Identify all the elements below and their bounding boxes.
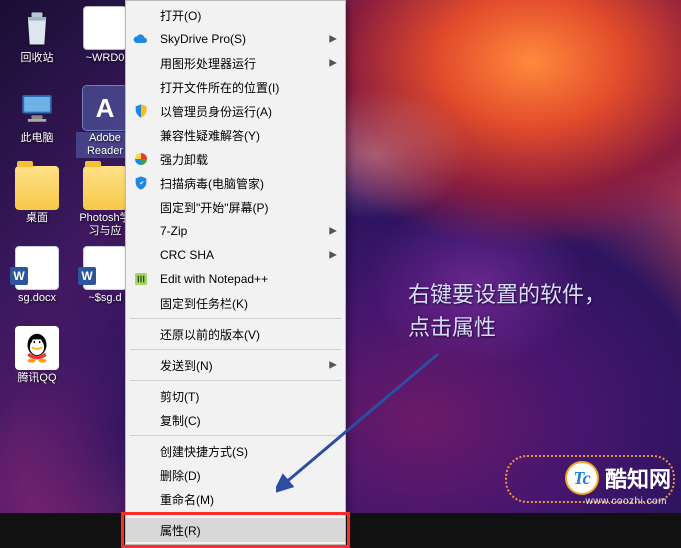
menu-item-label: 发送到(N): [160, 357, 213, 374]
menu-item-label: 重命名(M): [160, 491, 214, 508]
menu-item-label: Edit with Notepad++: [160, 272, 268, 286]
menu-item-label: 扫描病毒(电脑管家): [160, 175, 264, 192]
chevron-right-icon: ▶: [329, 34, 337, 45]
menu-item-19[interactable]: 复制(C): [126, 408, 345, 432]
annotation-line2: 点击属性: [408, 311, 606, 344]
menu-item-label: 固定到任务栏(K): [160, 295, 248, 312]
annotation-line1: 右键要设置的软件，: [408, 278, 606, 311]
menu-item-label: 以管理员身份运行(A): [160, 103, 272, 120]
menu-item-label: 打开(O): [160, 7, 201, 24]
shield-icon: [132, 102, 150, 120]
menu-item-7[interactable]: 扫描病毒(电脑管家): [126, 171, 345, 195]
folder-icon: [15, 166, 59, 210]
icon-label: 回收站: [8, 52, 66, 65]
annotation-text: 右键要设置的软件， 点击属性: [408, 278, 606, 344]
icon-label: sg.docx: [8, 292, 66, 305]
menu-item-label: 复制(C): [160, 412, 201, 429]
guard-icon: [132, 174, 150, 192]
chevron-right-icon: ▶: [329, 58, 337, 69]
watermark-logo-icon: Tc: [565, 461, 599, 495]
menu-item-11[interactable]: Edit with Notepad++: [126, 267, 345, 291]
this-pc-icon: [15, 86, 59, 130]
menu-item-16[interactable]: 发送到(N) ▶: [126, 353, 345, 377]
menu-item-label: 还原以前的版本(V): [160, 326, 260, 343]
menu-item-label: 创建快捷方式(S): [160, 443, 248, 460]
menu-item-1[interactable]: SkyDrive Pro(S) ▶: [126, 27, 345, 51]
folder-icon: [83, 166, 127, 210]
menu-item-label: 用图形处理器运行: [160, 55, 256, 72]
document-icon: [83, 6, 127, 50]
menu-separator: [130, 435, 341, 436]
menu-separator: [130, 380, 341, 381]
menu-item-label: 强力卸载: [160, 151, 208, 168]
menu-item-label: CRC SHA: [160, 248, 214, 262]
word-doc-icon: [15, 246, 59, 290]
menu-item-label: SkyDrive Pro(S): [160, 32, 246, 46]
menu-item-22[interactable]: 删除(D): [126, 463, 345, 487]
word-doc-icon: [83, 246, 127, 290]
menu-item-2[interactable]: 用图形处理器运行 ▶: [126, 51, 345, 75]
watermark-brand: 酷知网: [605, 462, 671, 494]
chevron-right-icon: ▶: [329, 250, 337, 261]
cloud-icon: [132, 30, 150, 48]
menu-item-21[interactable]: 创建快捷方式(S): [126, 439, 345, 463]
icon-label: 桌面: [8, 212, 66, 225]
menu-item-18[interactable]: 剪切(T): [126, 384, 345, 408]
menu-separator: [130, 349, 341, 350]
icon-desktop-folder[interactable]: 桌面: [8, 166, 66, 240]
icon-label: 腾讯QQ: [8, 372, 66, 385]
menu-item-3[interactable]: 打开文件所在的位置(I): [126, 75, 345, 99]
menu-item-14[interactable]: 还原以前的版本(V): [126, 322, 345, 346]
menu-separator: [130, 514, 341, 515]
colorwheel-icon: [132, 150, 150, 168]
icon-sg-docx[interactable]: sg.docx: [8, 246, 66, 320]
context-menu: 打开(O) SkyDrive Pro(S) ▶ 用图形处理器运行 ▶ 打开文件所在的位置(…: [125, 0, 346, 545]
menu-item-4[interactable]: 以管理员身份运行(A): [126, 99, 345, 123]
menu-separator: [130, 318, 341, 319]
menu-item-8[interactable]: 固定到"开始"屏幕(P): [126, 195, 345, 219]
icon-this-pc[interactable]: 此电脑: [8, 86, 66, 160]
menu-item-6[interactable]: 强力卸载: [126, 147, 345, 171]
icon-recycle-bin[interactable]: 回收站: [8, 6, 66, 80]
menu-item-label: 7-Zip: [160, 224, 187, 238]
chevron-right-icon: ▶: [329, 360, 337, 371]
icon-label: 此电脑: [8, 132, 66, 145]
menu-item-23[interactable]: 重命名(M): [126, 487, 345, 511]
menu-item-label: 删除(D): [160, 467, 201, 484]
menu-item-25[interactable]: 属性(R): [126, 518, 345, 542]
menu-item-label: 打开文件所在的位置(I): [160, 79, 279, 96]
recycle-bin-icon: [15, 6, 59, 50]
icon-qq[interactable]: 腾讯QQ: [8, 326, 66, 400]
menu-item-label: 兼容性疑难解答(Y): [160, 127, 260, 144]
watermark-url: www.coozhi.com: [586, 496, 667, 507]
menu-item-label: 属性(R): [160, 522, 201, 539]
desktop-icon-grid: 回收站 ~WRD0 此电脑 A Adobe Reader 桌面 Photosh学…: [8, 6, 134, 400]
npp-icon: [132, 270, 150, 288]
watermark: Tc 酷知网: [565, 461, 671, 495]
menu-item-10[interactable]: CRC SHA ▶: [126, 243, 345, 267]
qq-icon: [15, 326, 59, 370]
menu-item-label: 剪切(T): [160, 388, 199, 405]
chevron-right-icon: ▶: [329, 226, 337, 237]
menu-item-12[interactable]: 固定到任务栏(K): [126, 291, 345, 315]
adobe-reader-icon: A: [83, 86, 127, 130]
menu-item-9[interactable]: 7-Zip ▶: [126, 219, 345, 243]
menu-item-0[interactable]: 打开(O): [126, 3, 345, 27]
menu-item-label: 固定到"开始"屏幕(P): [160, 199, 269, 216]
menu-item-5[interactable]: 兼容性疑难解答(Y): [126, 123, 345, 147]
